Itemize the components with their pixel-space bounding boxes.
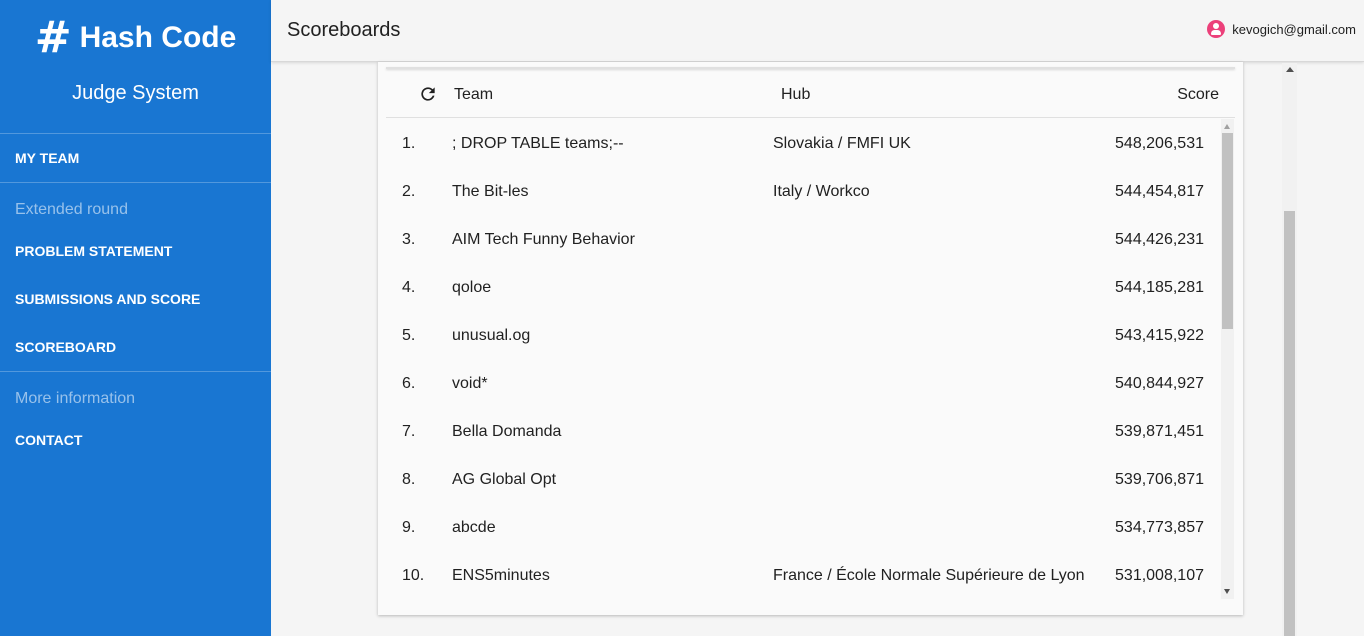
- hash-logo-icon: #: [34, 11, 72, 63]
- nav-problem-statement[interactable]: PROBLEM STATEMENT: [0, 227, 271, 275]
- score-cell: 544,185,281: [1115, 279, 1204, 296]
- table-row: 5. unusual.og 543,415,922: [386, 311, 1220, 359]
- score-cell: 534,773,857: [1115, 519, 1204, 536]
- hub-cell: Italy / Workco: [773, 183, 870, 200]
- score-cell: 539,871,451: [1115, 423, 1204, 440]
- table-row: 8. AG Global Opt 539,706,871: [386, 455, 1220, 503]
- nav-submissions-and-score[interactable]: SUBMISSIONS AND SCORE: [0, 275, 271, 323]
- score-cell: 544,454,817: [1115, 183, 1204, 200]
- column-header-team: Team: [454, 86, 494, 103]
- rank-cell: 6.: [402, 375, 416, 392]
- table-row: 10. ENS5minutes France / École Normale Sup…: [386, 551, 1220, 599]
- user-account[interactable]: kevogich@gmail.com: [1207, 20, 1356, 38]
- team-cell: void*: [452, 375, 488, 392]
- score-cell: 548,206,531: [1115, 135, 1204, 152]
- rank-cell: 5.: [402, 327, 416, 344]
- rank-cell: 9.: [402, 519, 416, 536]
- team-cell: abcde: [452, 519, 496, 536]
- score-cell: 539,706,871: [1115, 471, 1204, 488]
- scroll-up-arrow-icon[interactable]: [1224, 124, 1230, 129]
- page-scrollbar-thumb[interactable]: [1284, 211, 1295, 636]
- table-row: 9. abcde 534,773,857: [386, 503, 1220, 551]
- team-cell: unusual.og: [452, 327, 531, 344]
- score-cell: 540,844,927: [1115, 375, 1204, 392]
- scroll-down-arrow-icon[interactable]: [1224, 589, 1230, 594]
- table-row: 1. ; DROP TABLE teams;-- Slovakia / FMFI U…: [386, 119, 1220, 167]
- score-cell: 543,415,922: [1115, 327, 1204, 344]
- column-header-hub: Hub: [781, 86, 811, 103]
- page-scrollbar[interactable]: [1282, 63, 1297, 636]
- brand-row: # Hash Code: [0, 0, 271, 60]
- table-row: 4. qoloe 544,185,281: [386, 263, 1220, 311]
- brand-subtitle: Judge System: [72, 82, 199, 104]
- score-cell: 544,426,231: [1115, 231, 1204, 248]
- table-row: 7. Bella Domanda 539,871,451: [386, 407, 1220, 455]
- scoreboard-rows[interactable]: 1. ; DROP TABLE teams;-- Slovakia / FMFI U…: [386, 119, 1220, 599]
- column-header-score: Score: [1177, 86, 1219, 103]
- card-divider: [386, 67, 1235, 69]
- team-cell: qoloe: [452, 279, 492, 296]
- team-cell: ENS5minutes: [452, 567, 550, 584]
- page-title: Scoreboards: [287, 19, 401, 41]
- rank-cell: 7.: [402, 423, 416, 440]
- rank-cell: 1.: [402, 135, 416, 152]
- rank-cell: 2.: [402, 183, 416, 200]
- team-cell: Bella Domanda: [452, 423, 562, 440]
- table-row: 2. The Bit-les Italy / Workco 544,454,817: [386, 167, 1220, 215]
- user-email: kevogich@gmail.com: [1232, 21, 1356, 37]
- team-cell: The Bit-les: [452, 183, 529, 200]
- table-row: 3. AIM Tech Funny Behavior 544,426,231: [386, 215, 1220, 263]
- top-app-bar: Scoreboards kevogich@gmail.com: [271, 0, 1364, 62]
- rank-cell: 8.: [402, 471, 416, 488]
- brand: # Hash Code Judge System: [0, 0, 271, 134]
- team-cell: AG Global Opt: [452, 471, 557, 488]
- team-cell: AIM Tech Funny Behavior: [452, 231, 635, 248]
- nav-scoreboard[interactable]: SCOREBOARD: [0, 323, 271, 371]
- nav-section-extended-round: Extended round: [15, 201, 128, 218]
- rank-cell: 10.: [402, 567, 425, 584]
- team-cell: ; DROP TABLE teams;--: [452, 135, 624, 152]
- table-scrollbar[interactable]: [1221, 119, 1234, 599]
- nav-contact[interactable]: CONTACT: [0, 416, 271, 464]
- scroll-up-arrow-icon[interactable]: [1286, 67, 1294, 72]
- table-row: 6. void* 540,844,927: [386, 359, 1220, 407]
- hub-cell: France / École Normale Supérieure de Lyo…: [773, 567, 1085, 584]
- account-avatar-icon: [1207, 20, 1226, 38]
- sidebar: # Hash Code Judge System MY TEAM Extende…: [0, 0, 271, 636]
- table-scrollbar-thumb[interactable]: [1222, 133, 1233, 329]
- nav-my-team[interactable]: MY TEAM: [0, 134, 271, 182]
- table-header: Team Hub Score: [386, 70, 1235, 118]
- nav-section-more-information: More information: [15, 390, 136, 407]
- brand-title: Hash Code: [79, 20, 237, 54]
- rank-cell: 3.: [402, 231, 416, 248]
- scoreboard-card: Team Hub Score 1. ; DROP TABLE teams;-- Sl…: [378, 62, 1243, 615]
- rank-cell: 4.: [402, 279, 416, 296]
- score-cell: 531,008,107: [1115, 567, 1204, 584]
- hub-cell: Slovakia / FMFI UK: [773, 135, 911, 152]
- refresh-icon[interactable]: [418, 84, 438, 104]
